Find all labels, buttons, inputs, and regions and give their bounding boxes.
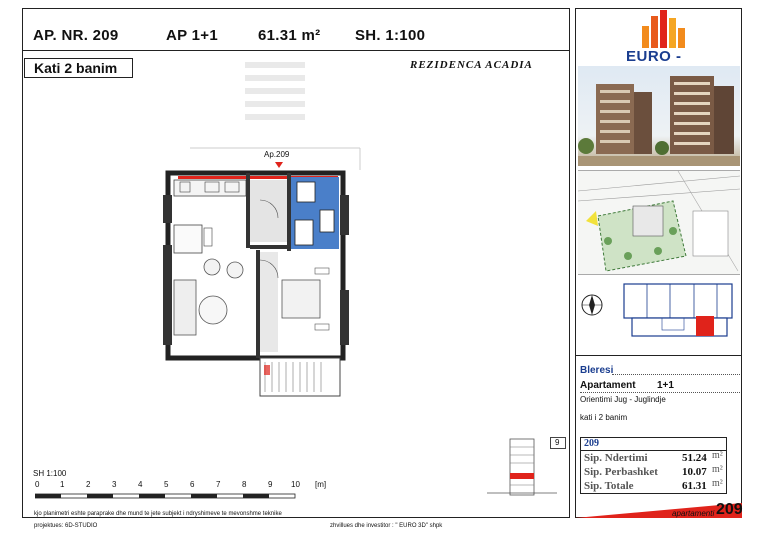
apartment-marker-label: Ap.209 <box>264 150 290 159</box>
footer-number: 209 <box>716 501 743 518</box>
footer-word: apartamenti <box>672 509 715 518</box>
apartment-area: 61.31 m² <box>258 27 321 44</box>
apartment-type: AP 1+1 <box>166 27 218 44</box>
area-row-unit: m² <box>712 464 723 475</box>
scale-tick: 3 <box>112 480 117 489</box>
area-row-unit: m² <box>712 478 723 489</box>
area-row-value: 51.24 <box>682 452 707 464</box>
info-box-header-line <box>580 450 727 451</box>
apartament-underline <box>580 392 740 393</box>
area-row-unit: m² <box>712 450 723 461</box>
projektues-text: projektues: 6D-STUDIO <box>34 523 98 529</box>
scale-tick: 10 <box>291 480 300 489</box>
area-row-label: Sip. Totale <box>584 480 634 492</box>
scale-tick: 6 <box>190 480 195 489</box>
scale-unit: [m] <box>315 480 327 489</box>
brand-logo-graphic <box>642 10 685 48</box>
investitor-text: zhvillues dhe investitor : " EURO 3D" sh… <box>330 523 443 529</box>
info-divider <box>575 355 742 356</box>
scale-tick: 1 <box>60 480 65 489</box>
floor-keyplan <box>623 283 733 337</box>
area-row-label: Sip. Perbashket <box>584 466 658 478</box>
faded-text-strips <box>245 58 305 128</box>
scale-label: SH 1:100 <box>33 469 67 478</box>
floor-plan-drawing <box>163 147 361 397</box>
residence-name: REZIDENCA ACADIA <box>410 59 533 71</box>
brand-logo: EURO - 3D <box>620 8 706 82</box>
scale-tick: 5 <box>164 480 169 489</box>
scale-tick: 0 <box>35 480 40 489</box>
header-line <box>22 50 570 51</box>
floor-label: Kati 2 banim <box>34 60 118 76</box>
drawing-scale: SH. 1:100 <box>355 27 426 44</box>
scale-tick: 2 <box>86 480 91 489</box>
orientation-text: Orientimi Jug - Juglindje <box>580 395 666 404</box>
building-render-photo <box>578 66 740 166</box>
buyer-label: Bleresi <box>580 365 614 376</box>
scale-ticks: 0 1 2 3 4 5 6 7 8 9 10 [m] <box>33 480 333 492</box>
apartment-number: AP. NR. 209 <box>33 27 119 44</box>
scale-tick: 7 <box>216 480 221 489</box>
area-row-label: Sip. Ndertimi <box>584 452 648 464</box>
scale-tick: 9 <box>268 480 273 489</box>
info-apt-number: 209 <box>584 438 599 449</box>
north-compass-icon <box>581 294 603 316</box>
apartament-type: 1+1 <box>657 380 674 391</box>
disclaimer-text: kjo planimetri eshte paraprake dhe mund … <box>34 511 282 517</box>
scale-tick: 8 <box>242 480 247 489</box>
area-row-value: 10.07 <box>682 466 707 478</box>
area-row-value: 61.31 <box>682 480 707 492</box>
keyplan-floor-number: 9 <box>555 438 560 447</box>
apartament-label: Apartament <box>580 380 636 391</box>
scale-tick: 4 <box>138 480 143 489</box>
site-plan <box>578 170 740 275</box>
scale-bar <box>35 493 296 499</box>
floor-plan: Ap.209 <box>160 140 370 410</box>
buyer-underline <box>612 374 740 375</box>
floor-text: kati i 2 banim <box>580 413 628 422</box>
